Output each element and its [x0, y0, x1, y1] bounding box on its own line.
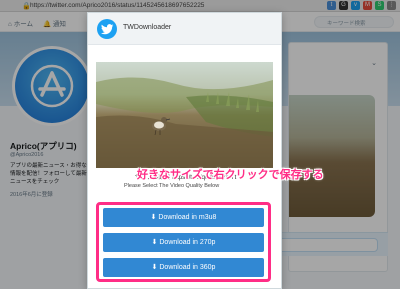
download-m3u8-button[interactable]: ⬇ Download in m3u8 [103, 208, 264, 227]
download-360p-button[interactable]: ⬇ Download in 360p [103, 258, 264, 277]
downloader-header: TWDownloader [88, 13, 281, 45]
download-270p-button[interactable]: ⬇ Download in 270p [103, 233, 264, 252]
annotation-callout: 好きなサイズで右クリックで保存する [137, 169, 324, 181]
bird-icon [97, 19, 117, 39]
downloader-title: TWDownloader [123, 24, 172, 31]
quality-instruction: Please Select The Video Quality Below [124, 183, 220, 189]
download-button-group: ⬇ Download in m3u8 ⬇ Download in 270p ⬇ … [96, 202, 271, 282]
video-preview[interactable] [96, 62, 273, 168]
